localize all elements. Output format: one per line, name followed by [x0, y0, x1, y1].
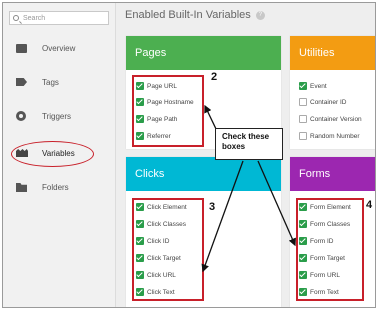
annotation-arrows	[201, 104, 296, 273]
callout-check-these-boxes: Check these boxes	[215, 128, 283, 160]
callout-line-1: Check these	[222, 132, 270, 141]
arrow-to-forms	[257, 160, 296, 247]
app-frame: Search Overview Tags Triggers Variables …	[2, 2, 376, 308]
callout-line-2: boxes	[222, 142, 246, 151]
arrow-to-clicks	[201, 160, 244, 273]
